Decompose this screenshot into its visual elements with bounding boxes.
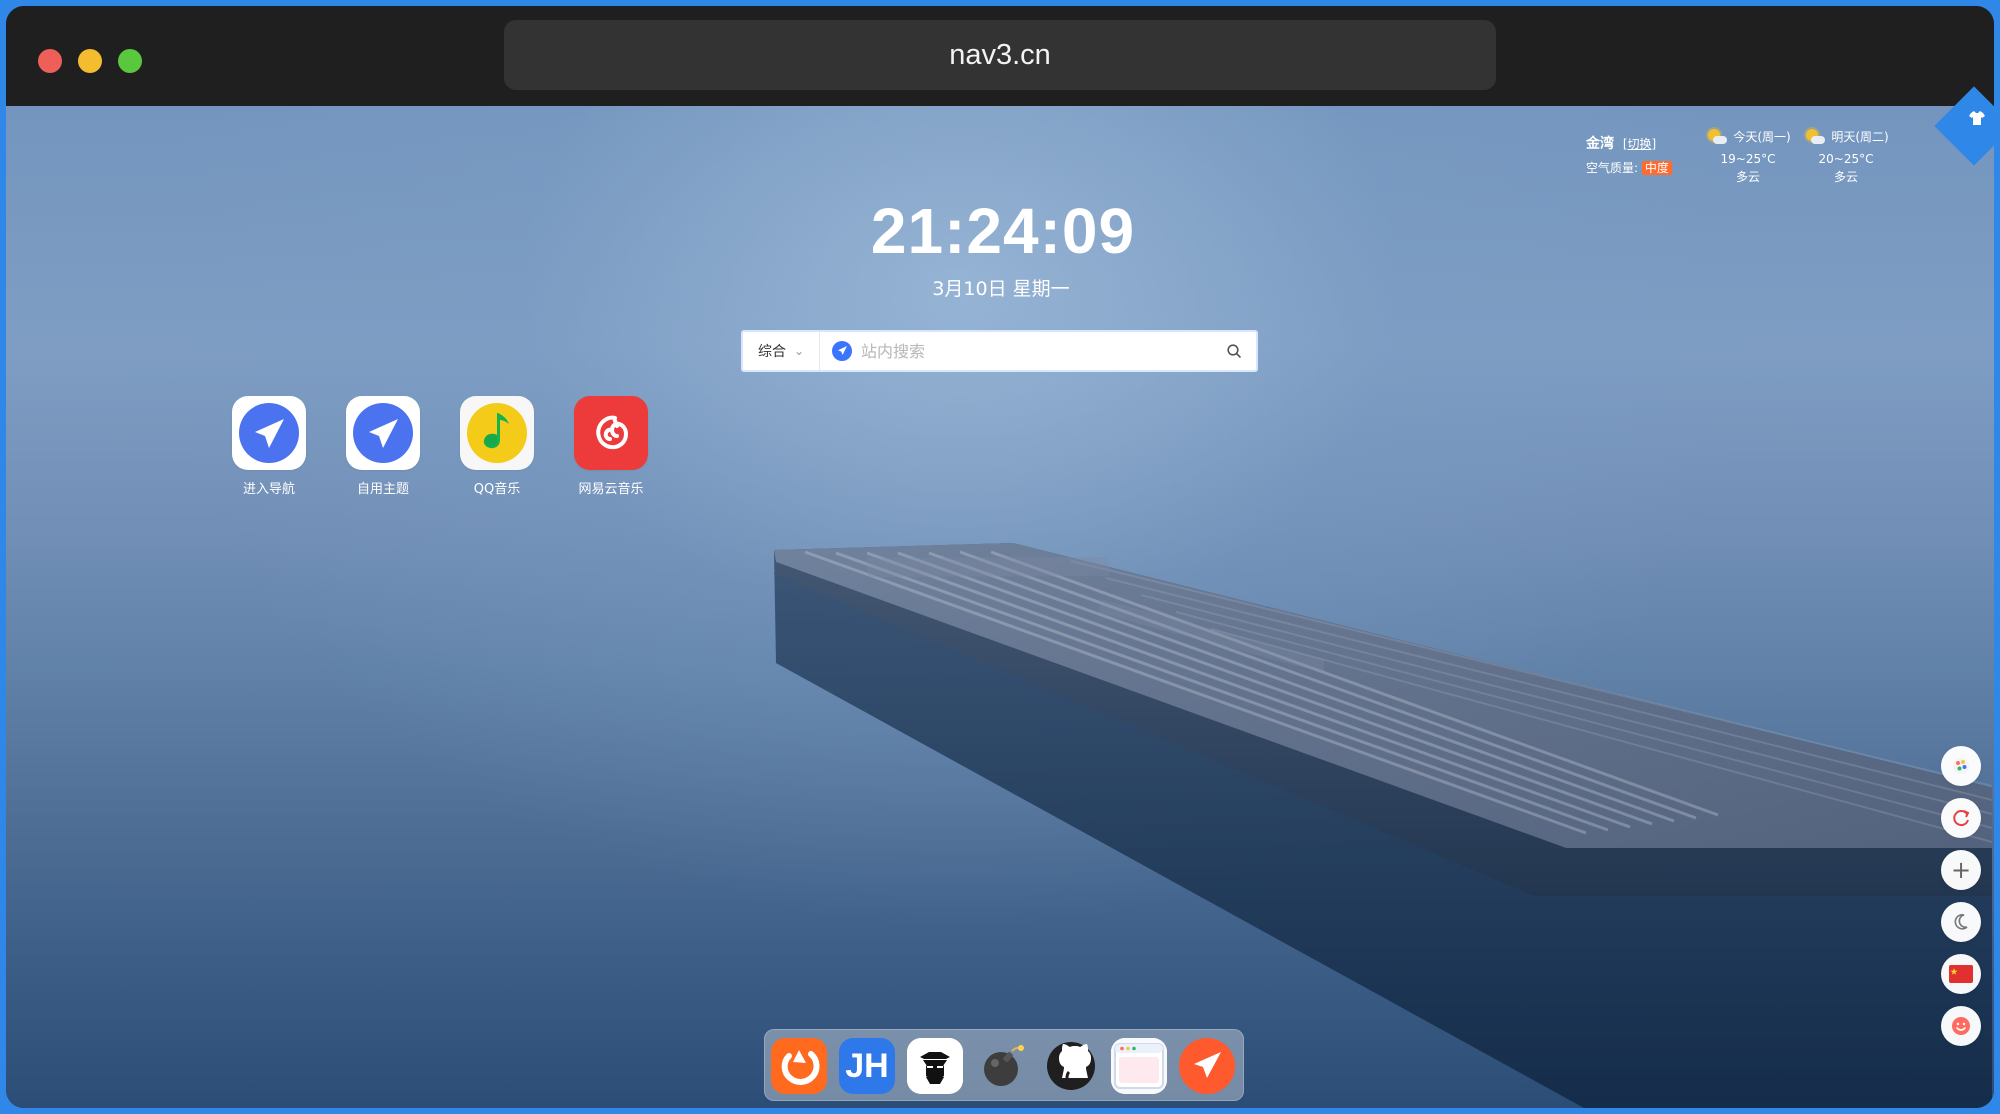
app-label: 自用主题 bbox=[356, 482, 409, 497]
clock-date: 3月10日 星期一 bbox=[932, 278, 1070, 300]
dock-spy-app[interactable] bbox=[907, 1038, 963, 1094]
air-quality-line: 空气质量: 中度 bbox=[1586, 160, 1680, 176]
side-toolbar: + bbox=[1941, 746, 1981, 1046]
dock-jh-app[interactable]: JH bbox=[839, 1038, 895, 1094]
moon-icon bbox=[1954, 914, 1968, 930]
address-bar[interactable]: nav3.cn bbox=[504, 20, 1496, 90]
weather-tomorrow-label: 明天(周二) bbox=[1831, 129, 1889, 144]
weather-tomorrow: 明天(周二) 20~25°C 多云 bbox=[1794, 128, 1898, 185]
shirt-icon bbox=[1968, 110, 1986, 126]
bomb-icon bbox=[984, 1045, 1024, 1086]
weather-tomorrow-head: 明天(周二) bbox=[1794, 128, 1898, 146]
site-search-box: 综合 ⌄ bbox=[741, 330, 1258, 372]
china-flag-icon bbox=[1949, 965, 1973, 983]
theme-palette-button[interactable] bbox=[1941, 746, 1981, 786]
air-quality-badge: 中度 bbox=[1641, 160, 1672, 176]
weather-location: 金湾 [切换] 空气质量: 中度 bbox=[1586, 136, 1680, 176]
plus-icon: + bbox=[1950, 856, 1972, 884]
close-window-button[interactable] bbox=[38, 49, 62, 73]
app-grid: 进入导航 自用主题 QQ音乐 网易云音乐 bbox=[223, 396, 653, 506]
dock-navigation-app[interactable] bbox=[1179, 1038, 1235, 1094]
switch-city-link[interactable]: [切换] bbox=[1623, 137, 1656, 151]
add-button[interactable]: + bbox=[1941, 850, 1981, 890]
orange-app-icon bbox=[771, 1038, 827, 1094]
browser-window-icon bbox=[1111, 1038, 1167, 1094]
app-enter-navigation[interactable]: 进入导航 bbox=[223, 396, 315, 497]
dock-github-app[interactable] bbox=[1043, 1038, 1099, 1094]
address-text: nav3.cn bbox=[949, 38, 1051, 71]
app-netease-music[interactable]: 网易云音乐 bbox=[565, 396, 657, 497]
weather-today: 今天(周一) 19~25°C 多云 bbox=[1696, 128, 1800, 185]
refresh-button[interactable] bbox=[1941, 798, 1981, 838]
app-dock: JH bbox=[764, 1029, 1244, 1101]
maximize-window-button[interactable] bbox=[118, 49, 142, 73]
app-label: 网易云音乐 bbox=[578, 482, 644, 497]
theme-palette-icon bbox=[1953, 758, 1969, 774]
weather-widget: 金湾 [切换] 空气质量: 中度 今天(周一) 19~25°C 多云 明天(周二… bbox=[1586, 126, 1889, 196]
weather-city-line: 金湾 [切换] bbox=[1586, 136, 1680, 153]
search-input[interactable] bbox=[861, 334, 1215, 368]
navigation-arrow-icon bbox=[1179, 1038, 1235, 1094]
dock-orange-app[interactable] bbox=[771, 1038, 827, 1094]
app-qq-music[interactable]: QQ音乐 bbox=[451, 396, 543, 497]
clock-time: 21:24:09 bbox=[870, 195, 1136, 267]
dock-jh-text: JH bbox=[845, 1047, 889, 1085]
search-icon[interactable] bbox=[1223, 340, 1245, 362]
app-label: QQ音乐 bbox=[473, 482, 521, 497]
music-note-icon bbox=[460, 396, 534, 470]
smile-icon bbox=[1952, 1017, 1970, 1035]
search-type-dropdown[interactable]: 综合 ⌄ bbox=[743, 332, 820, 370]
dock-browser-app[interactable] bbox=[1111, 1038, 1167, 1094]
weather-today-label: 今天(周一) bbox=[1733, 129, 1791, 144]
feedback-button[interactable] bbox=[1941, 1006, 1981, 1046]
browser-window: nav3.cn 金湾 [切换] 空气质量: 中度 今天(周一) 19~25°C … bbox=[6, 6, 1994, 1108]
navigation-arrow-icon bbox=[346, 396, 420, 470]
weather-today-condition: 多云 bbox=[1735, 170, 1760, 185]
navigation-arrow-icon bbox=[832, 341, 852, 361]
city-name: 金湾 bbox=[1586, 136, 1614, 152]
search-type-label: 综合 bbox=[757, 344, 786, 360]
partly-cloudy-icon bbox=[1803, 128, 1827, 146]
air-quality-label: 空气质量: bbox=[1586, 160, 1639, 175]
minimize-window-button[interactable] bbox=[78, 49, 102, 73]
weather-today-head: 今天(周一) bbox=[1696, 128, 1800, 146]
weather-tomorrow-condition: 多云 bbox=[1833, 170, 1858, 185]
netease-music-icon bbox=[574, 396, 648, 470]
dock-bomb-app[interactable] bbox=[975, 1038, 1031, 1094]
start-page-content: 金湾 [切换] 空气质量: 中度 今天(周一) 19~25°C 多云 明天(周二… bbox=[6, 86, 1994, 1108]
weather-today-temp: 19~25°C bbox=[1720, 152, 1776, 166]
moon-mode-button[interactable] bbox=[1941, 902, 1981, 942]
weather-tomorrow-temp: 20~25°C bbox=[1818, 152, 1874, 166]
chevron-down-icon: ⌄ bbox=[793, 344, 805, 358]
refresh-icon bbox=[1953, 810, 1970, 827]
browser-titlebar: nav3.cn bbox=[6, 6, 1994, 106]
language-button[interactable] bbox=[1941, 954, 1981, 994]
partly-cloudy-icon bbox=[1705, 128, 1729, 146]
app-custom-theme[interactable]: 自用主题 bbox=[337, 396, 429, 497]
app-label: 进入导航 bbox=[242, 482, 295, 497]
spy-icon bbox=[907, 1038, 963, 1094]
navigation-arrow-icon bbox=[232, 396, 306, 470]
github-icon bbox=[1047, 1042, 1095, 1090]
